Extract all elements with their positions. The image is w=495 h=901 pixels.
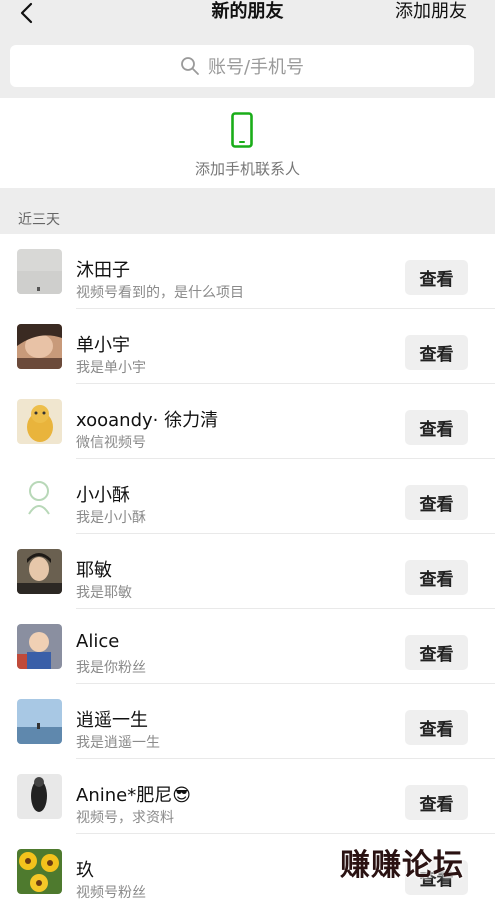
view-button[interactable]: 查看	[405, 860, 468, 895]
list-item[interactable]: 小小酥 我是小小酥 查看	[0, 459, 495, 534]
contact-message: 我是你粉丝	[76, 660, 146, 676]
view-button[interactable]: 查看	[405, 485, 468, 520]
contact-name: 玖	[76, 860, 94, 881]
friend-request-list: 沐田子 视频号看到的，是什么项目 查看 单小宇 我是单小宇 查看 xooandy…	[0, 234, 495, 901]
contact-name: 单小宇	[76, 335, 130, 356]
add-phone-contacts-label: 添加手机联系人	[194, 160, 300, 178]
list-item[interactable]: Anine*肥尼😎 视频号，求资料 查看	[0, 759, 495, 834]
contact-name: Alice	[76, 631, 120, 652]
list-item[interactable]: Alice 我是你粉丝 查看	[0, 609, 495, 684]
add-friends-button[interactable]: 添加朋友	[395, 0, 467, 26]
contact-message: 我是单小宇	[76, 360, 146, 376]
search-icon	[181, 57, 199, 75]
avatar	[17, 399, 62, 444]
section-label-recent: 近三天	[18, 212, 60, 228]
avatar	[17, 249, 62, 294]
contact-message: 我是耶敏	[76, 585, 132, 601]
phone-icon	[231, 112, 253, 148]
contact-message: 视频号粉丝	[76, 885, 146, 901]
avatar	[17, 624, 62, 669]
view-button[interactable]: 查看	[405, 785, 468, 820]
view-button[interactable]: 查看	[405, 560, 468, 595]
avatar	[17, 474, 62, 519]
list-item[interactable]: 耶敏 我是耶敏 查看	[0, 534, 495, 609]
view-button[interactable]: 查看	[405, 710, 468, 745]
avatar	[17, 549, 62, 594]
avatar	[17, 849, 62, 894]
contact-name: 逍遥一生	[76, 710, 148, 731]
view-button[interactable]: 查看	[405, 335, 468, 370]
list-item[interactable]: 单小宇 我是单小宇 查看	[0, 309, 495, 384]
navigation-bar: 新的朋友 添加朋友	[0, 0, 495, 40]
contact-name: xooandy· 徐力清	[76, 410, 219, 431]
contact-name: 耶敏	[76, 560, 112, 581]
avatar	[17, 699, 62, 744]
avatar	[17, 324, 62, 369]
contact-message: 我是逍遥一生	[76, 735, 160, 751]
list-item[interactable]: 玖 视频号粉丝 查看	[0, 834, 495, 901]
avatar	[17, 774, 62, 819]
contact-name: Anine*肥尼😎	[76, 785, 191, 806]
add-phone-contacts-card[interactable]: 添加手机联系人	[0, 98, 495, 188]
search-input[interactable]: 账号/手机号	[10, 45, 474, 87]
contact-name: 沐田子	[76, 260, 130, 281]
view-button[interactable]: 查看	[405, 410, 468, 445]
contact-message: 视频号，求资料	[76, 810, 174, 826]
contact-message: 视频号看到的，是什么项目	[76, 285, 244, 301]
contact-message: 我是小小酥	[76, 510, 146, 526]
search-placeholder: 账号/手机号	[207, 57, 305, 78]
view-button[interactable]: 查看	[405, 260, 468, 295]
view-button[interactable]: 查看	[405, 635, 468, 670]
list-item[interactable]: xooandy· 徐力清 微信视频号 查看	[0, 384, 495, 459]
list-item[interactable]: 逍遥一生 我是逍遥一生 查看	[0, 684, 495, 759]
contact-message: 微信视频号	[76, 435, 146, 451]
list-item[interactable]: 沐田子 视频号看到的，是什么项目 查看	[0, 234, 495, 309]
contact-name: 小小酥	[76, 485, 130, 506]
